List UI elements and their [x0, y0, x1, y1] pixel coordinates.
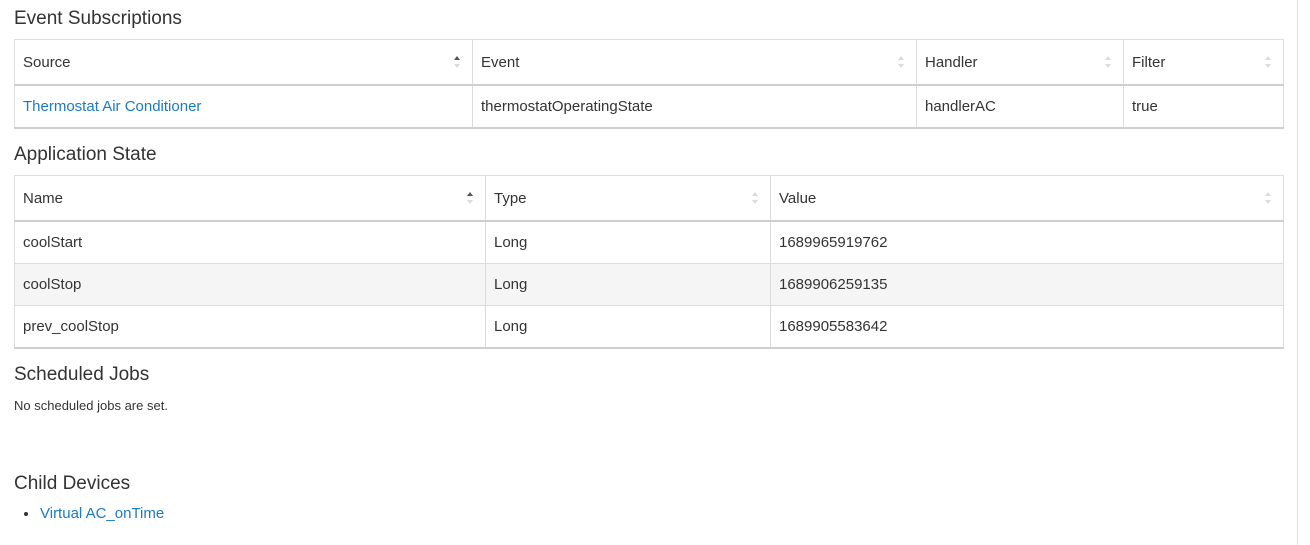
- column-header-name[interactable]: Name: [14, 175, 486, 222]
- table-header-row: Name Type Value: [14, 175, 1284, 222]
- sort-ascending-icon[interactable]: [454, 55, 460, 69]
- table-row: Thermostat Air Conditioner thermostatOpe…: [14, 84, 1284, 129]
- source-cell: Thermostat Air Conditioner: [14, 84, 473, 129]
- child-devices-list: Virtual AC_onTime: [14, 505, 164, 523]
- handler-cell: handlerAC: [916, 84, 1124, 129]
- application-state-table: Name Type Value coolStart Long 168996591…: [14, 175, 1284, 349]
- right-divider: [1297, 0, 1298, 545]
- state-value-cell: 1689906259135: [770, 263, 1284, 306]
- state-name-cell: prev_coolStop: [14, 305, 486, 349]
- sort-ascending-icon[interactable]: [467, 191, 473, 205]
- event-cell: thermostatOperatingState: [472, 84, 917, 129]
- state-type-cell: Long: [485, 305, 771, 349]
- column-header-filter[interactable]: Filter: [1123, 39, 1284, 86]
- table-row: prev_coolStop Long 1689905583642: [14, 305, 1284, 349]
- table-header-row: Source Event Handler Filter: [14, 39, 1284, 86]
- state-type-cell: Long: [485, 220, 771, 264]
- column-header-value[interactable]: Value: [770, 175, 1284, 222]
- table-row: coolStart Long 1689965919762: [14, 220, 1284, 264]
- event-subscriptions-table: Source Event Handler Filter Thermostat A…: [14, 39, 1284, 129]
- child-device-link[interactable]: Virtual AC_onTime: [40, 505, 164, 522]
- sort-icon[interactable]: [1265, 191, 1271, 205]
- state-name-cell: coolStop: [14, 263, 486, 306]
- sort-icon[interactable]: [898, 55, 904, 69]
- app-details-page: Event Subscriptions Source Event Handler…: [0, 0, 1310, 545]
- state-name-cell: coolStart: [14, 220, 486, 264]
- scheduled-jobs-empty-message: No scheduled jobs are set.: [14, 398, 168, 413]
- column-header-handler[interactable]: Handler: [916, 39, 1124, 86]
- sort-icon[interactable]: [752, 191, 758, 205]
- scheduled-jobs-title: Scheduled Jobs: [14, 364, 150, 385]
- sort-icon[interactable]: [1105, 55, 1111, 69]
- source-device-link[interactable]: Thermostat Air Conditioner: [23, 98, 201, 115]
- state-value-cell: 1689965919762: [770, 220, 1284, 264]
- bullet-icon: [24, 512, 28, 516]
- column-header-event[interactable]: Event: [472, 39, 917, 86]
- column-header-source[interactable]: Source: [14, 39, 473, 86]
- application-state-title: Application State: [14, 144, 157, 165]
- state-value-cell: 1689905583642: [770, 305, 1284, 349]
- sort-icon[interactable]: [1265, 55, 1271, 69]
- event-subscriptions-title: Event Subscriptions: [14, 8, 182, 29]
- column-header-type[interactable]: Type: [485, 175, 771, 222]
- child-devices-title: Child Devices: [14, 473, 131, 494]
- list-item: Virtual AC_onTime: [14, 505, 164, 523]
- table-row: coolStop Long 1689906259135: [14, 263, 1284, 306]
- filter-cell: true: [1123, 84, 1284, 129]
- state-type-cell: Long: [485, 263, 771, 306]
